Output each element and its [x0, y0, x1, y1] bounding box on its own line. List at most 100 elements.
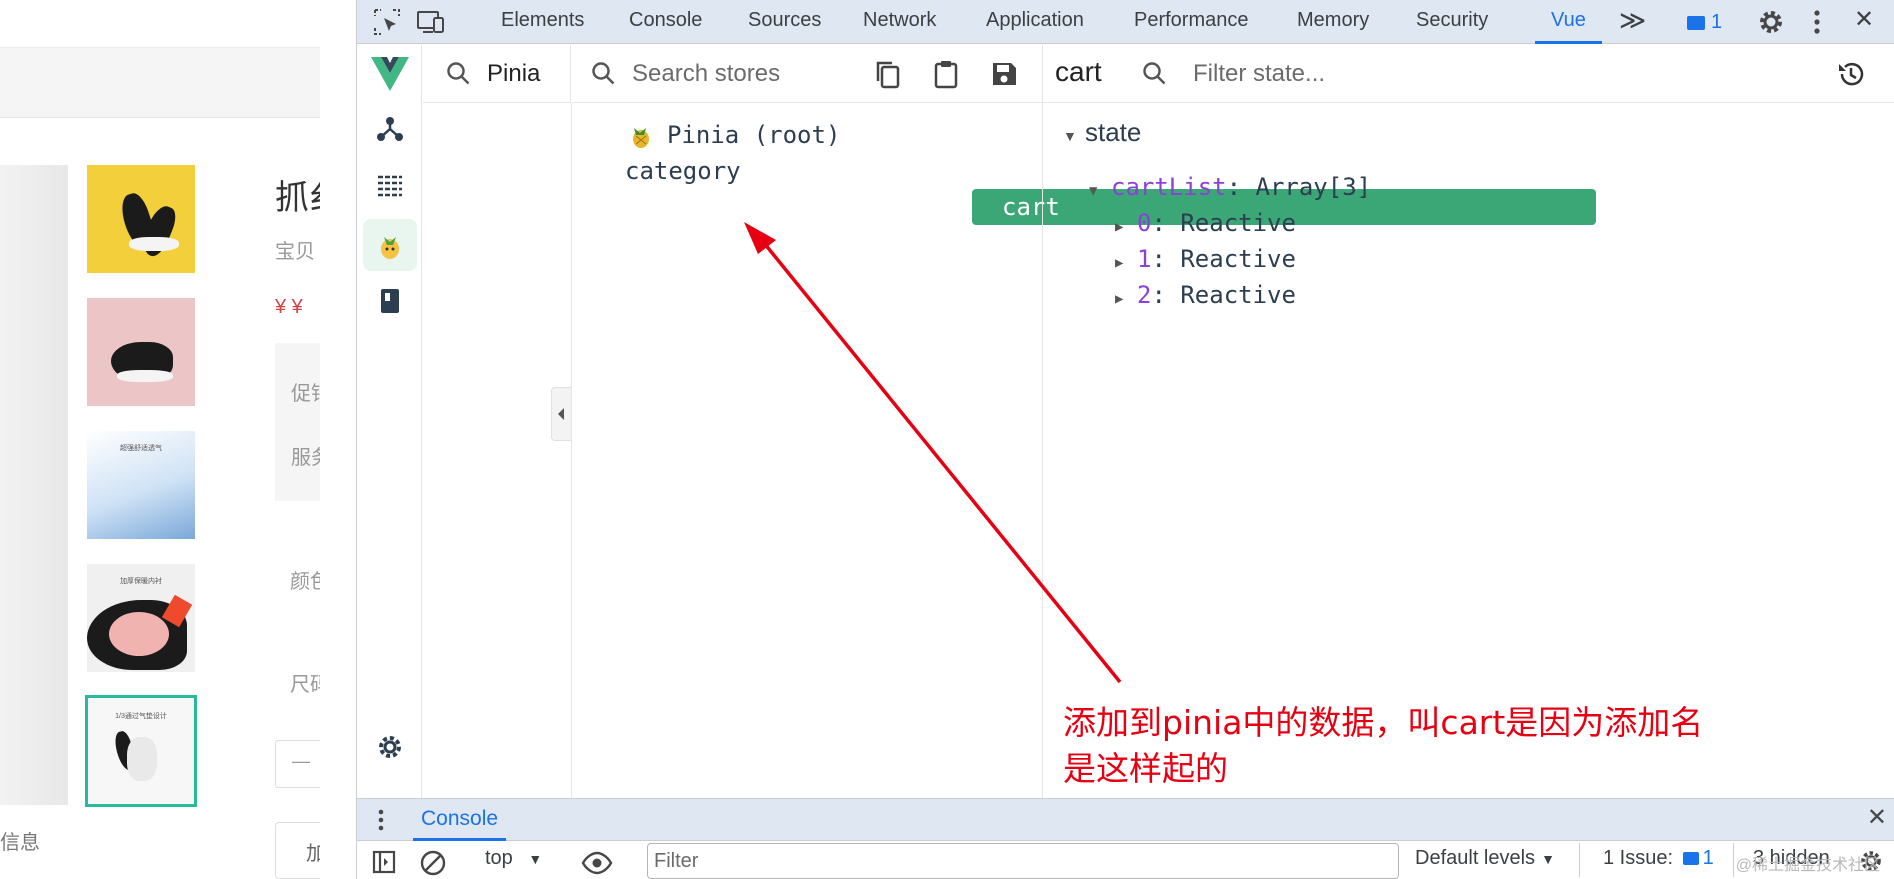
- plugin-search-value: Pinia: [487, 60, 541, 87]
- levels-label: Default levels: [1415, 847, 1536, 869]
- product-title: 抓纟: [275, 179, 320, 217]
- expand-triangle-icon: ▶: [1115, 255, 1124, 271]
- context-selector[interactable]: top ▼: [485, 847, 542, 870]
- state-node-item[interactable]: ▶ 0: Reactive: [1115, 209, 1296, 237]
- settings-gear-icon[interactable]: [1755, 6, 1787, 38]
- timeline-icon[interactable]: [363, 159, 417, 211]
- clipboard-icon[interactable]: [930, 58, 962, 90]
- stepper-minus[interactable]: —: [292, 751, 310, 772]
- inspected-store-name: cart: [1055, 56, 1102, 87]
- issues-badge[interactable]: 1: [1687, 8, 1722, 36]
- console-filter-box[interactable]: [647, 843, 1399, 879]
- log-levels-dropdown[interactable]: Default levels ▼: [1415, 847, 1555, 870]
- product-thumbnail[interactable]: [87, 298, 195, 406]
- console-drawer: Console ✕ top ▼ Default levels ▼ 1 Issue:…: [357, 798, 1894, 879]
- state-filter-input[interactable]: [1193, 60, 1493, 88]
- color-label: 颜色: [290, 571, 320, 593]
- search-icon: [447, 62, 470, 85]
- annotation-note: 添加到pinia中的数据，叫cart是因为添加名 是这样起的: [1063, 700, 1823, 792]
- thumbnail-caption: 1/3通过气垫设计: [115, 713, 167, 720]
- devtools-tab-bar: Elements Console Sources Network Applica…: [357, 0, 1894, 44]
- tab-network[interactable]: Network: [863, 0, 936, 44]
- components-tree-icon[interactable]: [363, 103, 417, 155]
- console-filter-input[interactable]: [654, 844, 1354, 878]
- drawer-tab-console[interactable]: Console: [413, 799, 507, 841]
- state-key: 2: [1137, 281, 1152, 309]
- state-value: Reactive: [1180, 245, 1296, 273]
- state-filter[interactable]: [1141, 57, 1493, 91]
- tab-elements[interactable]: Elements: [501, 0, 584, 44]
- pineapple-icon: [625, 122, 655, 150]
- state-key: cartList: [1111, 173, 1227, 201]
- product-thumbnail[interactable]: 超强舒适透气: [87, 431, 195, 539]
- clear-console-icon[interactable]: [419, 849, 447, 877]
- tab-memory[interactable]: Memory: [1297, 0, 1369, 44]
- quantity-stepper[interactable]: —: [275, 740, 320, 788]
- tab-vue[interactable]: Vue: [1535, 0, 1602, 44]
- state-node-cartlist[interactable]: ▼ cartList: Array[3]: [1089, 173, 1371, 201]
- inspect-element-icon[interactable]: [371, 6, 403, 38]
- product-price: ¥ ¥: [275, 296, 303, 318]
- store-label: Pinia (root): [667, 121, 841, 149]
- book-icon[interactable]: [363, 275, 417, 327]
- vue-logo-icon[interactable]: [363, 47, 417, 99]
- history-icon[interactable]: [1835, 58, 1867, 90]
- tab-sources[interactable]: Sources: [748, 0, 821, 44]
- thumbnail-caption: 超强舒适透气: [120, 445, 162, 452]
- collapse-triangle-icon: ▼: [1063, 128, 1077, 144]
- message-icon: [1682, 852, 1699, 866]
- site-nav-bar: [0, 48, 320, 118]
- message-icon: [1687, 15, 1705, 30]
- state-header: cart: [1043, 45, 1894, 103]
- expand-triangle-icon: ▶: [1115, 291, 1124, 307]
- drawer-tab-bar: Console ✕: [357, 799, 1894, 841]
- pinia-plugin-icon[interactable]: [363, 219, 417, 271]
- product-thumbnail-selected[interactable]: 1/3通过气垫设计: [85, 695, 197, 807]
- tab-console[interactable]: Console: [629, 0, 702, 44]
- vue-settings-gear-icon[interactable]: [363, 721, 417, 773]
- annotation-line-1: 添加到pinia中的数据，叫cart是因为添加名: [1063, 703, 1704, 742]
- more-tabs-icon[interactable]: ≫: [1619, 0, 1646, 44]
- copy-icon[interactable]: [872, 58, 904, 90]
- state-key: 1: [1137, 245, 1152, 273]
- promo-label: 促铂: [291, 383, 320, 405]
- close-drawer-icon[interactable]: ✕: [1867, 803, 1887, 832]
- product-thumbnail[interactable]: 加厚保暖内衬: [87, 564, 195, 672]
- toolbar-divider: [1733, 843, 1734, 877]
- collapse-pane-handle[interactable]: [551, 387, 571, 441]
- tab-security[interactable]: Security: [1416, 0, 1488, 44]
- drawer-menu-icon[interactable]: [373, 807, 389, 833]
- close-devtools-icon[interactable]: ✕: [1854, 0, 1874, 44]
- issues-count: 1: [1702, 847, 1714, 869]
- device-toolbar-icon[interactable]: [415, 6, 447, 38]
- product-subtitle: 宝贝: [275, 241, 315, 263]
- kebab-menu-icon[interactable]: [1801, 6, 1833, 38]
- issues-link[interactable]: 1 Issue: 1: [1603, 847, 1714, 870]
- stores-search-input[interactable]: [632, 60, 862, 88]
- sidebar-toggle-icon[interactable]: [371, 849, 397, 875]
- toolbar-divider: [1579, 843, 1580, 877]
- add-to-cart-button[interactable]: 加: [275, 822, 320, 879]
- plugin-search[interactable]: Pinia: [445, 57, 540, 91]
- tab-performance[interactable]: Performance: [1134, 0, 1249, 44]
- annotation-line-2: 是这样起的: [1063, 749, 1228, 788]
- issues-label: 1 Issue:: [1603, 847, 1674, 869]
- product-thumbnail[interactable]: [87, 165, 195, 273]
- size-label: 尺码: [290, 674, 320, 696]
- store-item-pinia-root[interactable]: Pinia (root): [595, 117, 840, 153]
- store-item-category[interactable]: category: [595, 153, 741, 189]
- dropdown-arrow-icon: ▼: [528, 851, 543, 867]
- state-section-label: state: [1085, 117, 1142, 147]
- state-inspector-pane: cart ▼ state ▼cartList: Array[3] ▶0: Reac…: [1042, 45, 1894, 798]
- service-label: 服务: [291, 447, 320, 469]
- state-section-toggle[interactable]: ▼ state: [1063, 117, 1141, 148]
- state-node-item[interactable]: ▶ 2: Reactive: [1115, 281, 1296, 309]
- dropdown-arrow-icon: ▼: [1541, 851, 1555, 867]
- expand-triangle-icon: ▶: [1115, 219, 1124, 235]
- tab-application[interactable]: Application: [986, 0, 1084, 44]
- save-icon[interactable]: [988, 58, 1020, 90]
- stores-search[interactable]: [590, 57, 862, 91]
- state-node-item[interactable]: ▶ 1: Reactive: [1115, 245, 1296, 273]
- eye-icon[interactable]: [581, 849, 613, 877]
- watermark: @稀土掘金技术社区: [1735, 857, 1880, 874]
